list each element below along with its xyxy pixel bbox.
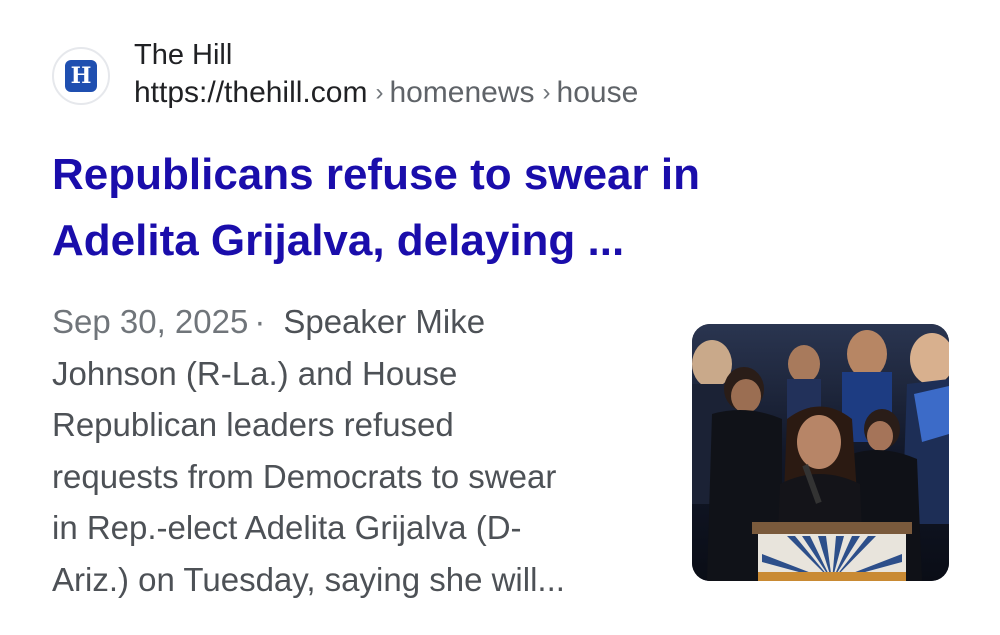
breadcrumb-url[interactable]: https://thehill.com › homenews › house [134, 73, 638, 115]
source-text: The Hill https://thehill.com › homenews › ho… [134, 37, 638, 115]
snippet-line: Sep 30, 2025 · Speaker Mike [52, 296, 662, 348]
snippet-line: Republican leaders refused [52, 406, 454, 443]
url-path-segment: house [556, 76, 639, 109]
url-path-segment: homenews [389, 76, 535, 109]
snippet-line: in Rep.-elect Adelita Grijalva (D- [52, 509, 522, 546]
result-title-link[interactable]: Republicans refuse to swear in Adelita G… [52, 142, 852, 274]
date-separator: · [254, 303, 266, 340]
breadcrumb-separator-icon: › [542, 79, 551, 106]
snippet-line: Johnson (R-La.) and House [52, 354, 458, 392]
site-favicon[interactable]: H [52, 47, 110, 105]
site-name[interactable]: The Hill [134, 37, 638, 73]
title-line: Adelita Grijalva, delaying ... [52, 216, 625, 265]
url-base: https://thehill.com [134, 76, 368, 109]
search-result: H The Hill https://thehill.com › homenews ›… [0, 0, 1000, 635]
thumbnail-image [692, 324, 949, 581]
result-snippet: Sep 30, 2025 · Speaker Mike Johnson (R-La.… [52, 296, 662, 605]
snippet-line: Ariz.) on Tuesday, saying she will... [52, 560, 565, 598]
result-source[interactable]: H The Hill https://thehill.com › homenews ›… [52, 37, 638, 115]
breadcrumb-separator-icon: › [375, 79, 384, 106]
snippet-text: Speaker Mike [283, 303, 486, 340]
result-thumbnail[interactable] [692, 324, 949, 581]
result-date: Sep 30, 2025 [52, 303, 249, 340]
the-hill-logo-icon: H [65, 60, 97, 92]
title-line: Republicans refuse to swear in [52, 150, 700, 199]
snippet-line: requests from Democrats to swear [52, 457, 557, 495]
